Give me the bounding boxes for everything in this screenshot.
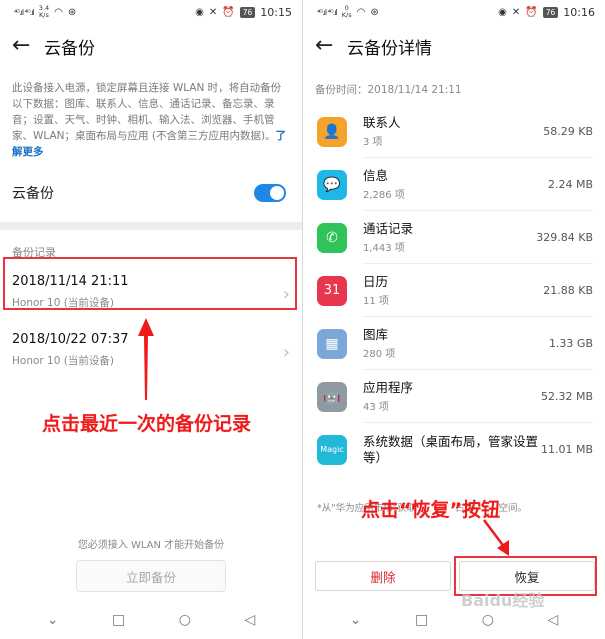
back-arrow-icon[interactable]: ← [12,35,44,57]
home-icon[interactable]: ○ [179,612,191,628]
backup-now-button[interactable]: 立即备份 [76,560,226,592]
messages-icon: 💬 [317,169,347,200]
backup-item[interactable]: 👤 联系人 3 项 58.29 KB [303,105,605,158]
backup-item[interactable]: 31 日历 11 项 21.88 KB [303,264,605,317]
calendar-icon: 31 [317,275,347,306]
item-size: 2.24 MB [547,178,593,191]
wlan-note: 您必须接入 WLAN 才能开始备份 [77,540,225,551]
phone-icon: ✆ [317,222,347,253]
item-size: 52.32 MB [540,390,593,403]
eye-icon: ◉ [195,6,204,18]
screenshot-pair: ⁴ᴳ.ıl ⁴ᴳ.ıl 3.4 K/s ◠ ⊛ ◉ ✕ ⏰ 76 10:15 ← … [0,0,605,639]
back-triangle-icon[interactable]: ◁ [547,612,558,628]
item-name: 联系人 [363,115,401,130]
backup-item[interactable]: ✆ 通话记录 1,443 项 329.84 KB [303,211,605,264]
item-text: 应用程序 43 项 [363,380,541,413]
mute-icon: ✕ [208,6,218,18]
sync-icon: ⊛ [370,6,379,18]
cloud-backup-toggle[interactable] [254,184,286,202]
delete-button[interactable]: 删除 [315,561,451,591]
item-count: 43 项 [363,402,389,413]
toggle-knob [270,186,284,200]
sync-icon: ⊛ [67,6,77,18]
item-text: 信息 2,286 项 [363,168,548,201]
android-icon: 🤖 [317,381,347,412]
headset-icon: ◠ [356,6,366,18]
item-count: 2,286 项 [363,190,405,201]
page-title: 云备份 [44,38,95,59]
annotation-text: 点击“恢复”按钮 [361,499,500,521]
backup-description: 此设备接入电源，锁定屏幕且连接 WLAN 时，将自动备份以下数据：图库、联系人、… [12,82,287,158]
page-title: 云备份详情 [347,38,432,59]
item-name: 日历 [363,274,389,289]
cloud-backup-screen: ⁴ᴳ.ıl ⁴ᴳ.ıl 3.4 K/s ◠ ⊛ ◉ ✕ ⏰ 76 10:15 ← … [0,0,302,639]
magic-icon: Magic [317,434,347,465]
navigation-bar: ⌄ □ ○ ◁ [303,601,605,639]
headset-icon: ◠ [54,6,63,18]
network-speed: 3.4 K/s [38,4,50,19]
mute-icon: ✕ [511,6,521,18]
chevron-down-icon[interactable]: ⌄ [350,612,362,628]
item-size: 21.88 KB [543,284,593,297]
item-size: 11.01 MB [540,443,593,456]
alarm-icon: ⏰ [525,6,538,18]
toggle-label: 云备份 [12,186,54,202]
backup-item[interactable]: ▦ 图库 280 项 1.33 GB [303,317,605,370]
clock: 10:16 [563,5,595,19]
recents-icon[interactable]: □ [415,612,428,628]
back-arrow-icon[interactable]: ← [315,35,347,57]
backup-detail-screen: ⁴ᴳ.ıl ⁴ᴳ.ıl 0 K/s ◠ ⊛ ◉ ✕ ⏰ 76 10:16 ← 云备… [303,0,605,639]
app-bar: ← 云备份详情 [303,24,605,68]
item-text: 日历 11 项 [363,274,543,307]
backup-item[interactable]: 💬 信息 2,286 项 2.24 MB [303,158,605,211]
backup-item[interactable]: Magic 系统数据（桌面布局，管家设置等） 11.01 MB [303,423,605,476]
item-size: 1.33 GB [548,337,593,350]
chevron-right-icon: › [282,342,290,363]
status-bar: ⁴ᴳ.ıl ⁴ᴳ.ıl 3.4 K/s ◠ ⊛ ◉ ✕ ⏰ 76 10:15 [0,0,302,24]
item-name: 通话记录 [363,221,414,236]
navigation-bar: ⌄ □ ○ ◁ [0,601,302,639]
network-speed: 0 K/s [341,4,352,19]
recents-icon[interactable]: □ [112,612,125,628]
signal-icon: ⁴ᴳ.ıl ⁴ᴳ.ıl [317,7,338,17]
back-triangle-icon[interactable]: ◁ [244,612,255,628]
item-text: 系统数据（桌面布局，管家设置等） [363,434,541,466]
backup-item-list: 👤 联系人 3 项 58.29 KB 💬 信息 2,286 项 2.24 MB ✆ 通话记录 1,4… [303,105,605,476]
clock: 10:15 [260,5,292,19]
backup-item[interactable]: 🤖 应用程序 43 项 52.32 MB [303,370,605,423]
backup-time: 备份时间：2018/11/14 21:11 [315,84,462,96]
item-size: 58.29 KB [543,125,593,138]
section-gap [0,222,302,230]
item-text: 通话记录 1,443 项 [363,221,536,254]
eye-icon: ◉ [498,6,507,18]
home-icon[interactable]: ○ [482,612,494,628]
item-count: 1,443 项 [363,243,405,254]
signal-icon: ⁴ᴳ.ıl ⁴ᴳ.ıl [14,7,35,17]
item-name: 图库 [363,327,389,342]
alarm-icon: ⏰ [222,6,235,18]
item-name: 信息 [363,168,389,183]
gallery-icon: ▦ [317,328,347,359]
item-text: 图库 280 项 [363,327,549,360]
red-arrow-up-icon [138,318,154,400]
cloud-backup-toggle-row: 云备份 [0,170,302,216]
red-arrow-down-icon [483,519,509,556]
item-text: 联系人 3 项 [363,115,543,148]
annotation-text: 点击最近一次的备份记录 [42,413,252,435]
contacts-icon: 👤 [317,116,347,147]
status-bar: ⁴ᴳ.ıl ⁴ᴳ.ıl 0 K/s ◠ ⊛ ◉ ✕ ⏰ 76 10:16 [303,0,605,24]
chevron-down-icon[interactable]: ⌄ [47,612,59,628]
item-count: 280 项 [363,349,396,360]
item-size: 329.84 KB [536,231,593,244]
item-name: 应用程序 [363,380,414,395]
item-name: 系统数据（桌面布局，管家设置等） [363,433,539,465]
battery-icon: 76 [239,6,256,18]
highlight-box [3,257,297,310]
item-count: 3 项 [363,137,383,148]
battery-icon: 76 [542,6,559,18]
app-bar: ← 云备份 [0,24,302,68]
item-count: 11 项 [363,296,389,307]
